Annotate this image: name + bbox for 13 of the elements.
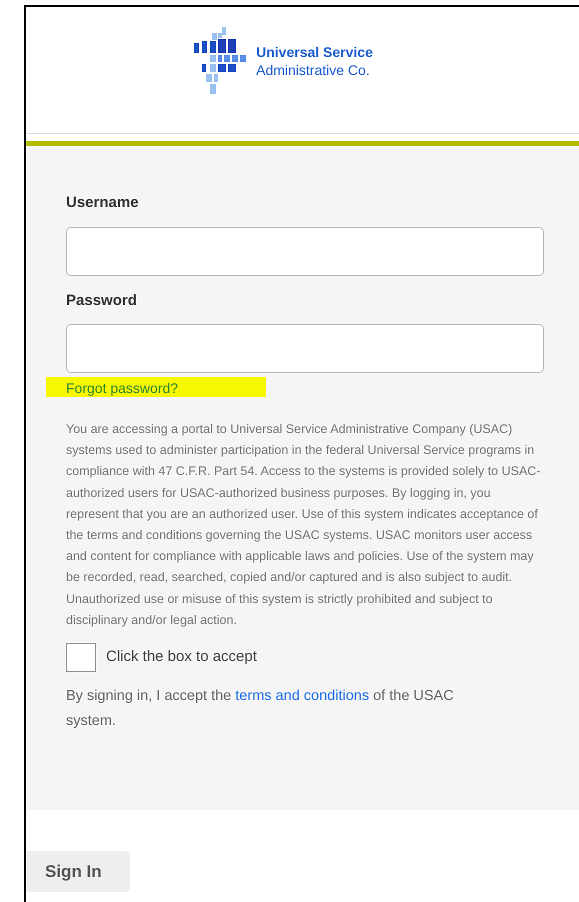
password-field[interactable] — [66, 324, 544, 373]
logo-icon — [192, 27, 248, 95]
username-label: Username — [66, 193, 140, 213]
accept-label: Click the box to accept — [106, 647, 257, 668]
sign-in-button[interactable]: Sign In — [26, 851, 130, 892]
password-label: Password — [66, 290, 138, 310]
accept-checkbox[interactable] — [66, 643, 96, 672]
logo-title: Universal Service — [256, 43, 373, 61]
legal-notice: You are accessing a portal to Universal Service Administrative Company (USAC) systems used to administer participation in the federal Universal Service programs in compliance with 47 C.F.R. Part 54. Access to the systems is provided solely to USAC-authorized users for USAC-authorized business purposes. By logging in, you represent that you are an authorized user. Use of this system indicates acceptance of the terms and conditions governing the USAC systems. USAC monitors user access and content for compliance with applicable laws and policies. Use of the system may be recorded, read, searched, copied and/or captured and is also subject to audit. Unauthorized use or misuse of this system is strictly prohibited and subject to disciplinary and/or legal action. — [66, 421, 541, 629]
username-field[interactable] — [66, 226, 544, 276]
logo-subtitle: Administrative Co. — [256, 61, 371, 79]
terms-statement: By signing in, I accept the terms and conditions of the USAC system. — [66, 687, 455, 732]
terms-link[interactable]: terms and conditions — [235, 688, 370, 704]
